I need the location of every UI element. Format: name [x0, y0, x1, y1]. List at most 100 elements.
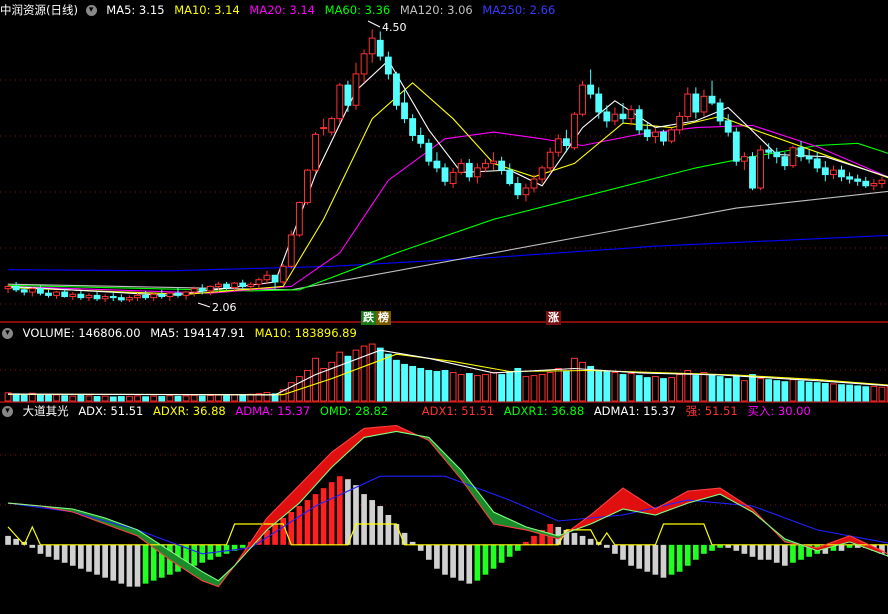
candle — [239, 282, 247, 287]
volume-bar — [603, 371, 611, 402]
volume-bar — [651, 376, 659, 402]
volume-bar — [36, 393, 44, 402]
volume-bar — [878, 386, 886, 402]
candle — [490, 160, 497, 164]
candle — [595, 93, 603, 113]
candle — [789, 147, 797, 167]
histogram-bar — [110, 544, 117, 581]
histogram-bar — [701, 544, 707, 554]
tag-list[interactable]: 榜 — [376, 311, 391, 325]
volume-bar — [522, 376, 530, 402]
candle — [304, 169, 311, 204]
candle — [271, 274, 279, 283]
candle — [255, 279, 263, 285]
candle — [77, 293, 85, 299]
volume-bar — [158, 396, 166, 402]
candle — [465, 162, 473, 178]
candle — [312, 133, 319, 171]
volume-bar — [506, 371, 514, 402]
ma10-line — [7, 82, 888, 295]
volume-bar — [53, 394, 61, 402]
volume-bar — [813, 382, 821, 402]
tag-rise[interactable]: 涨 — [546, 311, 561, 325]
candle — [587, 84, 595, 95]
histogram-bar — [417, 544, 424, 551]
adx-band — [622, 487, 632, 511]
volume-bar — [846, 384, 854, 402]
volume-bar — [765, 379, 773, 402]
tag-drop[interactable]: 跌 — [361, 311, 376, 325]
volume-bar — [684, 370, 692, 402]
volume-bar — [538, 374, 546, 402]
volume-bar — [838, 384, 845, 402]
histogram-bar — [733, 544, 740, 551]
volume-bar — [740, 380, 748, 402]
volume-bar — [579, 361, 586, 402]
histogram-bar — [78, 544, 84, 569]
volume-bar — [384, 353, 392, 402]
volume-bar — [142, 396, 150, 402]
candle — [295, 202, 303, 236]
histogram-bar — [61, 544, 68, 563]
volume-bar — [215, 394, 222, 402]
omd-label: OMD: 28.82 — [319, 404, 389, 418]
volume-panel — [4, 343, 888, 402]
candle — [457, 162, 465, 173]
volume-bar — [546, 372, 554, 402]
ma250-label: MA250: 2.66 — [482, 3, 556, 17]
volume-bar — [109, 396, 117, 402]
histogram-bar — [693, 544, 699, 560]
candle — [716, 102, 724, 122]
volume-bar — [700, 372, 708, 402]
candle — [854, 178, 862, 182]
candle — [368, 37, 376, 55]
candle — [263, 274, 271, 281]
candle — [360, 53, 368, 75]
candle — [320, 127, 328, 130]
indicator-panel — [5, 424, 888, 588]
adx-band — [477, 490, 486, 514]
ma5-label: MA5: 3.15 — [106, 3, 165, 17]
stock-chart[interactable]: 4.50 2.06 — [0, 0, 888, 614]
indicator-settings-icon[interactable]: ▾ — [2, 406, 13, 417]
volume-bar — [101, 395, 109, 402]
ma10-label: MA10: 3.14 — [174, 3, 240, 17]
volume-bar — [668, 377, 675, 402]
candle — [619, 113, 627, 120]
volume-bar — [352, 349, 360, 402]
volume-bar — [263, 391, 271, 402]
volume-bar — [797, 380, 805, 402]
histogram-bar — [458, 544, 465, 581]
adma-label: ADMA: 15.37 — [235, 404, 311, 418]
histogram-bar — [434, 544, 440, 569]
low-price-label: 2.06 — [212, 301, 237, 314]
histogram-bar — [29, 544, 36, 548]
candle — [287, 234, 295, 267]
volume-ma5-label: MA5: 194147.91 — [150, 326, 246, 340]
candle — [878, 179, 886, 185]
histogram-bar — [45, 544, 52, 557]
volume-bar — [619, 374, 627, 402]
ma60-label: MA60: 3.36 — [324, 3, 391, 17]
volume-bar — [554, 367, 562, 402]
volume-bar — [182, 395, 190, 402]
candle — [700, 95, 708, 113]
settings-icon[interactable]: ▾ — [85, 5, 97, 16]
candle — [393, 73, 400, 106]
histogram-bar — [94, 544, 100, 575]
volume-bar — [61, 395, 69, 402]
price-panel — [4, 29, 888, 303]
candle — [279, 265, 287, 283]
adx1-label: ADX1: 51.51 — [421, 404, 495, 418]
candle — [643, 129, 651, 138]
candle — [85, 294, 93, 299]
volume-bar — [635, 375, 643, 402]
volume-bar — [206, 395, 214, 402]
histogram-bar — [652, 544, 659, 575]
candle — [571, 113, 578, 149]
volume-settings-icon[interactable]: ▾ — [2, 328, 13, 339]
candle — [692, 93, 700, 113]
volume-bar — [627, 373, 635, 402]
candle — [554, 138, 562, 153]
high-price-arrow — [367, 20, 381, 28]
